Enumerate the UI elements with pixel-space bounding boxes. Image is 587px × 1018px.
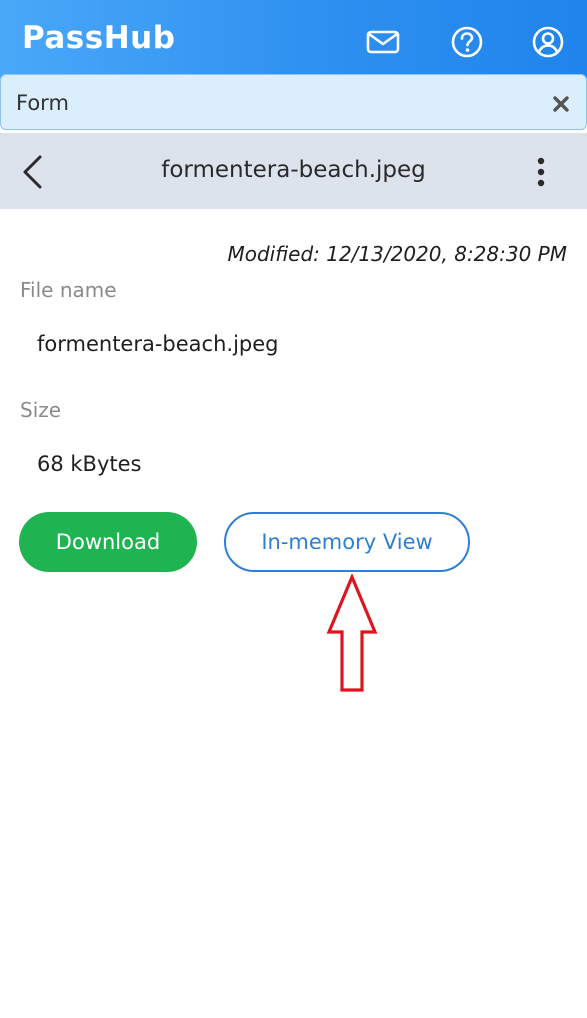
help-icon[interactable] (449, 25, 485, 59)
app-logo: PassHub (22, 20, 176, 56)
in-memory-view-button[interactable]: In-memory View (224, 512, 470, 572)
more-vertical-icon[interactable] (527, 155, 555, 191)
account-icon[interactable] (530, 25, 566, 59)
search-bar[interactable]: Form (0, 74, 587, 130)
title-bar: formentera-beach.jpeg (0, 133, 587, 209)
close-icon[interactable] (552, 95, 570, 113)
file-name-value: formentera-beach.jpeg (37, 332, 279, 356)
download-button[interactable]: Download (19, 512, 197, 572)
modified-timestamp: Modified: 12/13/2020, 8:28:30 PM (227, 242, 567, 266)
size-label: Size (20, 398, 62, 422)
arrow-up-icon (326, 574, 378, 694)
size-value: 68 kBytes (37, 452, 142, 476)
file-name-label: File name (20, 278, 117, 302)
mail-icon[interactable] (365, 25, 401, 59)
app-header: PassHub (0, 0, 587, 82)
page-title: formentera-beach.jpeg (161, 157, 426, 183)
search-input[interactable]: Form (16, 91, 69, 115)
